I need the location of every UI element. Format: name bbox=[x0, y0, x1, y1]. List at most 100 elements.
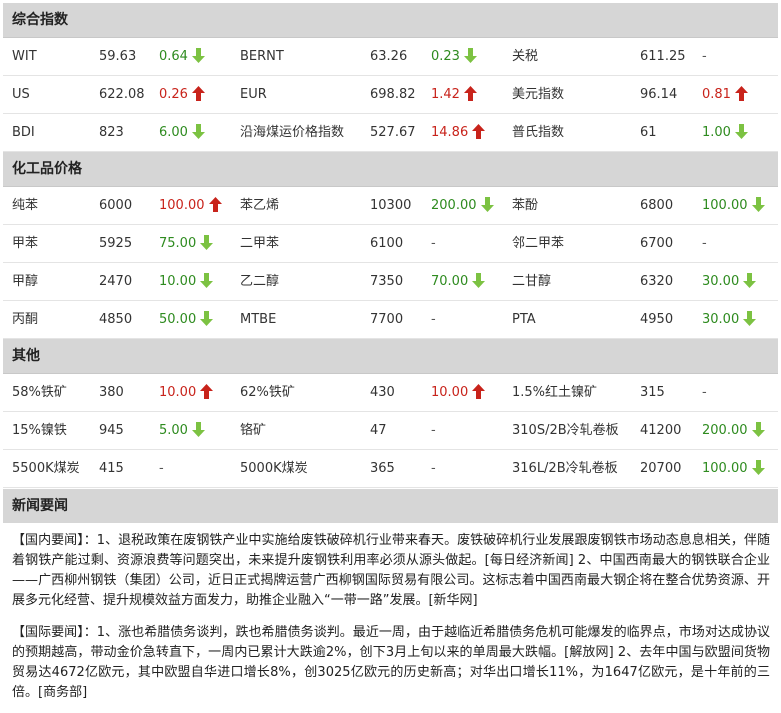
item-change-value: 10.00 bbox=[431, 385, 469, 400]
item-change-value: - bbox=[702, 49, 707, 64]
table-row: 纯苯 6000 100.00 苯乙烯 10300 200.00 苯酚 6800 100.00 bbox=[3, 187, 778, 225]
item-change-value: - bbox=[702, 385, 707, 400]
item-name: 普氏指数 bbox=[512, 125, 565, 140]
item-name: 5000K煤炭 bbox=[240, 461, 308, 476]
item-change: 0.81 bbox=[702, 76, 748, 113]
item-value: 2470 bbox=[99, 274, 133, 289]
item-change-value: 10.00 bbox=[159, 385, 197, 400]
item-name: 甲苯 bbox=[12, 236, 39, 251]
green-down-arrow-icon bbox=[191, 47, 205, 63]
green-down-arrow-icon bbox=[743, 272, 757, 288]
item-name: 苯乙烯 bbox=[240, 198, 280, 213]
item-name: BERNT bbox=[240, 49, 284, 64]
table-row: 丙酮 4850 50.00 MTBE 7700 - PTA 4950 30.00 bbox=[3, 301, 778, 339]
item-change-value: 0.23 bbox=[431, 49, 460, 64]
item-name: EUR bbox=[240, 87, 267, 102]
item-change: - bbox=[702, 225, 707, 262]
item-change-value: 14.86 bbox=[431, 125, 469, 140]
item-value: 61 bbox=[640, 125, 657, 140]
item-change-value: 5.00 bbox=[159, 423, 188, 438]
item-change-value: - bbox=[431, 423, 436, 438]
red-up-arrow-icon bbox=[734, 85, 748, 101]
item-change: 10.00 bbox=[431, 374, 486, 411]
green-down-arrow-icon bbox=[191, 123, 205, 139]
other-table: 58%铁矿 380 10.00 62%铁矿 430 10.00 1.5%红土镍矿 315-15… bbox=[3, 374, 778, 488]
item-change: 5.00 bbox=[159, 412, 205, 449]
item-change-value: 75.00 bbox=[159, 236, 197, 251]
item-name: 15%镍铁 bbox=[12, 423, 67, 438]
red-up-arrow-icon bbox=[472, 123, 486, 139]
item-change: 70.00 bbox=[431, 263, 486, 300]
item-change-value: 1.00 bbox=[702, 125, 731, 140]
item-name: 沿海煤运价格指数 bbox=[240, 125, 345, 140]
green-down-arrow-icon bbox=[463, 47, 477, 63]
item-change-value: 100.00 bbox=[702, 461, 748, 476]
item-change: 30.00 bbox=[702, 301, 757, 338]
red-up-arrow-icon bbox=[208, 196, 222, 212]
item-value: 20700 bbox=[640, 461, 682, 476]
item-value: 6100 bbox=[370, 236, 404, 251]
red-up-arrow-icon bbox=[472, 383, 486, 399]
news-title: 新闻要闻 bbox=[3, 489, 778, 523]
item-change-value: 0.81 bbox=[702, 87, 731, 102]
item-value: 611.25 bbox=[640, 49, 686, 64]
item-change-value: - bbox=[702, 236, 707, 251]
table-row: 15%镍铁 945 5.00 铬矿 47 - 310S/2B冷轧卷板 41200 200.00 bbox=[3, 412, 778, 450]
item-name: 310S/2B冷轧卷板 bbox=[512, 423, 619, 438]
item-change: 200.00 bbox=[431, 187, 494, 224]
item-value: 6000 bbox=[99, 198, 133, 213]
item-change: 14.86 bbox=[431, 114, 486, 151]
item-value: 527.67 bbox=[370, 125, 416, 140]
item-value: 4950 bbox=[640, 312, 674, 327]
green-down-arrow-icon bbox=[472, 272, 486, 288]
item-change: 10.00 bbox=[159, 374, 214, 411]
section-title-other: 其他 bbox=[3, 339, 778, 374]
item-change: 75.00 bbox=[159, 225, 214, 262]
item-change-value: 0.64 bbox=[159, 49, 188, 64]
table-row: 甲苯 5925 75.00 二甲苯 6100 - 邻二甲苯 6700 - bbox=[3, 225, 778, 263]
item-name: 二甲苯 bbox=[240, 236, 280, 251]
item-name: 铬矿 bbox=[240, 423, 267, 438]
item-change: 0.26 bbox=[159, 76, 205, 113]
item-name: MTBE bbox=[240, 312, 277, 327]
chemical-table: 纯苯 6000 100.00 苯乙烯 10300 200.00 苯酚 6800 100.00 甲苯… bbox=[3, 187, 778, 339]
item-value: 10300 bbox=[370, 198, 412, 213]
item-name: 关税 bbox=[512, 49, 539, 64]
green-down-arrow-icon bbox=[751, 459, 765, 475]
item-value: 430 bbox=[370, 385, 395, 400]
item-value: 96.14 bbox=[640, 87, 678, 102]
section-title-chemical: 化工品价格 bbox=[3, 152, 778, 187]
item-change-value: - bbox=[431, 312, 436, 327]
item-change-value: 70.00 bbox=[431, 274, 469, 289]
item-name: BDI bbox=[12, 125, 35, 140]
item-change-value: 1.42 bbox=[431, 87, 460, 102]
item-name: 1.5%红土镍矿 bbox=[512, 385, 598, 400]
table-row: 58%铁矿 380 10.00 62%铁矿 430 10.00 1.5%红土镍矿 315 - bbox=[3, 374, 778, 412]
item-change-value: 50.00 bbox=[159, 312, 197, 327]
red-up-arrow-icon bbox=[191, 85, 205, 101]
green-down-arrow-icon bbox=[200, 234, 214, 250]
item-change-value: 0.26 bbox=[159, 87, 188, 102]
item-change: - bbox=[431, 225, 436, 262]
green-down-arrow-icon bbox=[200, 272, 214, 288]
table-row: 5500K煤炭 415 - 5000K煤炭 365 - 316L/2B冷轧卷板 20700 10… bbox=[3, 450, 778, 488]
table-row: US 622.08 0.26 EUR 698.82 1.42 美元指数 96.14 0.81 bbox=[3, 76, 778, 114]
item-change: - bbox=[159, 450, 164, 487]
item-value: 47 bbox=[370, 423, 387, 438]
item-change: 50.00 bbox=[159, 301, 214, 338]
red-up-arrow-icon bbox=[200, 383, 214, 399]
composite-table: WIT 59.63 0.64 BERNT 63.26 0.23 关税 611.25 - US 622… bbox=[3, 38, 778, 152]
item-name: 62%铁矿 bbox=[240, 385, 295, 400]
item-change-value: 200.00 bbox=[431, 198, 477, 213]
green-down-arrow-icon bbox=[200, 310, 214, 326]
item-name: 二甘醇 bbox=[512, 274, 552, 289]
item-change: 1.42 bbox=[431, 76, 477, 113]
item-value: 945 bbox=[99, 423, 124, 438]
market-panel: 综合指数 WIT 59.63 0.64 BERNT 63.26 0.23 关税 611.25 -… bbox=[3, 3, 778, 703]
green-down-arrow-icon bbox=[480, 196, 494, 212]
item-change: - bbox=[702, 38, 707, 75]
item-change: - bbox=[431, 301, 436, 338]
item-change: 10.00 bbox=[159, 263, 214, 300]
item-name: 5500K煤炭 bbox=[12, 461, 80, 476]
item-value: 7350 bbox=[370, 274, 404, 289]
